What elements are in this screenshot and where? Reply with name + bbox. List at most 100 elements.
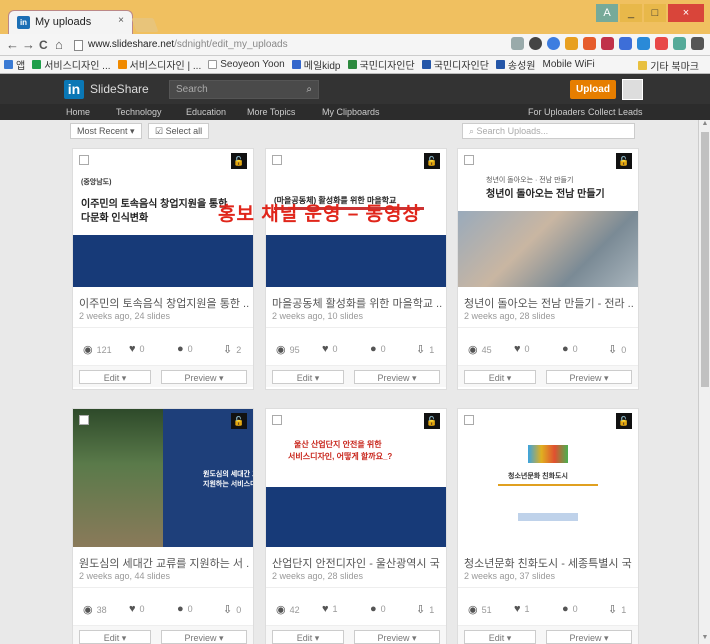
select-all-button[interactable]: ☑ Select all	[148, 123, 210, 139]
slideshare-logo-text[interactable]: SlideShare	[90, 82, 149, 96]
card-title[interactable]: 청년이 돌아오는 전남 만들기 - 전라 ...	[464, 295, 634, 311]
workshop-photo	[458, 211, 638, 287]
lock-icon[interactable]: 🔓	[616, 153, 632, 169]
card-actions: Edit ▾ Preview ▾	[73, 365, 253, 387]
new-tab-button[interactable]	[131, 18, 159, 32]
select-checkbox[interactable]	[272, 155, 282, 165]
edit-button[interactable]: Edit ▾	[272, 370, 344, 384]
address-bar[interactable]: www.slideshare.net/sdnight/edit_my_uploa…	[72, 37, 502, 53]
extension-icon[interactable]	[655, 37, 668, 50]
preview-button[interactable]: Preview ▾	[546, 630, 632, 644]
tab-close-icon[interactable]: ×	[118, 15, 124, 26]
site-search-input[interactable]: Search ⌕	[169, 80, 319, 99]
trees-photo	[73, 409, 163, 547]
browser-tab[interactable]: in My uploads ×	[8, 10, 133, 34]
bookmark-item[interactable]: 서비스디자인 | ...	[117, 57, 201, 72]
bookmark-item[interactable]: 메일kidp	[291, 57, 341, 72]
lock-icon[interactable]: 🔓	[231, 153, 247, 169]
menu-icon[interactable]	[691, 37, 704, 50]
scroll-down-icon[interactable]: ▼	[699, 634, 710, 644]
bookmark-item[interactable]: 서비스디자인 ...	[32, 57, 111, 72]
bookmark-item[interactable]: 국민디자인단	[421, 57, 489, 72]
avatar[interactable]	[622, 79, 643, 100]
select-checkbox[interactable]	[79, 155, 89, 165]
edit-button[interactable]: Edit ▾	[79, 370, 151, 384]
bookmark-item[interactable]: 송성원	[495, 57, 536, 72]
edit-button[interactable]: Edit ▾	[272, 630, 344, 644]
downloads-stat: ⇩ 0	[608, 344, 627, 356]
card-title[interactable]: 산업단지 안전디자인 - 울산광역시 국 ...	[272, 555, 442, 571]
bookmark-item[interactable]: 국민디자인단	[347, 57, 415, 72]
card-title[interactable]: 이주민의 토속음식 창업지원을 통한 ...	[79, 295, 249, 311]
page-scrollbar[interactable]: ▲ ▼	[698, 120, 710, 644]
scroll-up-icon[interactable]: ▲	[699, 120, 710, 130]
edit-button[interactable]: Edit ▾	[79, 630, 151, 644]
scroll-thumb[interactable]	[701, 132, 709, 387]
search-icon[interactable]: ⌕	[306, 81, 312, 98]
lock-icon[interactable]: 🔓	[424, 413, 440, 429]
bookmark-item[interactable]: Mobile WiFi	[543, 59, 595, 70]
slide-underline	[498, 484, 598, 486]
nav-technology[interactable]: Technology	[116, 107, 162, 117]
nav-more-topics[interactable]: More Topics	[247, 107, 295, 117]
select-checkbox[interactable]	[464, 415, 474, 425]
edit-button[interactable]: Edit ▾	[464, 630, 536, 644]
profile-button[interactable]: A	[596, 4, 618, 22]
comments-stat: ● 0	[177, 603, 193, 615]
card-title[interactable]: 원도심의 세대간 교류를 지원하는 서 ...	[79, 555, 249, 571]
reload-button[interactable]: C	[39, 37, 48, 53]
edit-button[interactable]: Edit ▾	[464, 370, 536, 384]
illustration-graphic	[528, 445, 568, 463]
nav-my-clipboards[interactable]: My Clipboards	[322, 107, 380, 117]
linkedin-logo[interactable]: in	[64, 80, 84, 99]
download-icon: ⇩	[223, 344, 233, 356]
forward-button[interactable]: →	[22, 37, 35, 53]
slide-thumbnail[interactable]: 청년이 돌아오는 · 전남 만들기 청년이 돌아오는 전남 만들기	[458, 149, 638, 287]
bookmark-icon	[291, 60, 301, 69]
download-icon: ⇩	[608, 604, 618, 616]
slide-thumbnail[interactable]: 원도심의 세대간 교류 지원하는 서비스디자	[73, 409, 253, 547]
lock-icon[interactable]: 🔓	[424, 153, 440, 169]
close-window-button[interactable]: ×	[668, 4, 704, 22]
pocket-icon[interactable]	[601, 37, 614, 50]
card-title[interactable]: 마을공동체 활성화를 위한 마을학교 ...	[272, 295, 442, 311]
extension-icon[interactable]	[547, 37, 560, 50]
select-checkbox[interactable]	[464, 155, 474, 165]
select-checkbox[interactable]	[79, 415, 89, 425]
lock-icon[interactable]: 🔓	[616, 413, 632, 429]
slide-thumbnail[interactable]: 울산 산업단지 안전을 위한 서비스디자인, 어떻게 할까요_?	[266, 409, 446, 547]
card-title[interactable]: 청소년문화 친화도시 - 세종특별시 국 ...	[464, 555, 634, 571]
minimize-button[interactable]: _	[620, 4, 642, 22]
extension-icon[interactable]	[583, 37, 596, 50]
bookmark-apps[interactable]: 앱	[4, 57, 25, 72]
preview-button[interactable]: Preview ▾	[546, 370, 632, 384]
other-bookmarks[interactable]: 기타 북마크	[634, 58, 699, 73]
maximize-button[interactable]: □	[644, 4, 666, 22]
upload-button[interactable]: Upload	[570, 80, 616, 99]
extension-icon[interactable]	[637, 37, 650, 50]
nav-education[interactable]: Education	[186, 107, 226, 117]
select-checkbox[interactable]	[272, 415, 282, 425]
nav-for-uploaders[interactable]: For Uploaders	[528, 107, 585, 117]
back-button[interactable]: ←	[6, 37, 19, 53]
bookmark-item[interactable]: Seoyeon Yoon	[208, 59, 285, 70]
preview-button[interactable]: Preview ▾	[354, 370, 440, 384]
preview-button[interactable]: Preview ▾	[161, 630, 247, 644]
extension-icon[interactable]	[673, 37, 686, 50]
extension-icon[interactable]	[619, 37, 632, 50]
views-stat: ◉ 38	[83, 604, 107, 616]
preview-button[interactable]: Preview ▾	[161, 370, 247, 384]
nav-home[interactable]: Home	[66, 107, 90, 117]
downloads-stat: ⇩ 0	[223, 604, 242, 616]
extension-icon[interactable]	[529, 37, 542, 50]
nav-collect-leads[interactable]: Collect Leads	[588, 107, 643, 117]
sort-dropdown[interactable]: Most Recent ▾	[70, 123, 142, 139]
uploads-search-input[interactable]: ⌕ Search Uploads...	[462, 123, 635, 139]
extension-icon[interactable]	[565, 37, 578, 50]
heart-icon: ♥	[129, 343, 136, 355]
slide-thumbnail[interactable]: 청소년문화 친화도시	[458, 409, 638, 547]
key-icon[interactable]	[511, 37, 524, 50]
preview-button[interactable]: Preview ▾	[354, 630, 440, 644]
home-button[interactable]: ⌂	[55, 37, 63, 53]
lock-icon[interactable]: 🔓	[231, 413, 247, 429]
